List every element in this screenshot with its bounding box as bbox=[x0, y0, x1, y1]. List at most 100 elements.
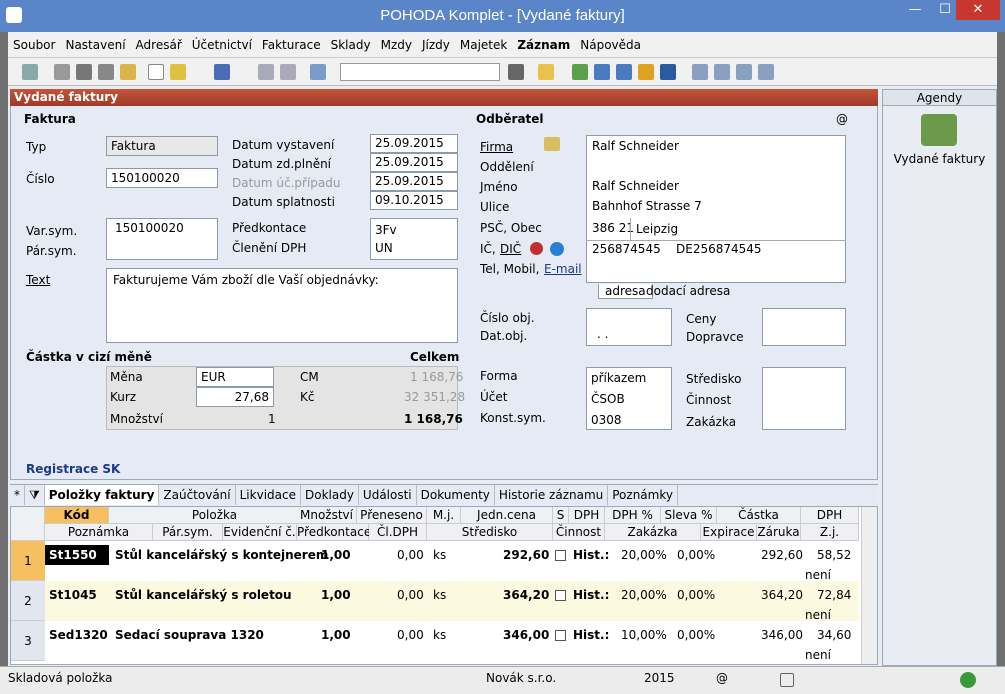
tab-dokumenty[interactable]: Dokumenty bbox=[417, 485, 495, 505]
minimize-button[interactable]: — bbox=[900, 0, 930, 20]
col-polozka[interactable]: Položka bbox=[109, 507, 321, 524]
cell-polozka[interactable]: Sedací souprava 1320 bbox=[115, 625, 264, 645]
col-cldph[interactable]: Čl.DPH bbox=[369, 524, 427, 541]
dic-value[interactable]: DE256874545 bbox=[676, 242, 762, 256]
cell-s-checkbox[interactable] bbox=[555, 545, 566, 565]
cell-sleva[interactable]: 0,00% bbox=[677, 585, 715, 605]
tab-likvidace[interactable]: Likvidace bbox=[236, 485, 301, 505]
varsym-field[interactable]: 150100020 bbox=[106, 218, 218, 260]
cell-dphp[interactable]: 20,00% bbox=[621, 545, 667, 565]
cell-cena[interactable]: 364,20 bbox=[503, 585, 549, 605]
cell-s-checkbox[interactable] bbox=[555, 625, 566, 645]
cell-sleva[interactable]: 0,00% bbox=[677, 625, 715, 645]
datum-zdplneni-field[interactable]: 25.09.2015 bbox=[370, 153, 458, 172]
ceny-field[interactable] bbox=[762, 308, 846, 346]
col-zaruka[interactable]: Záruka bbox=[757, 524, 801, 541]
cell-polozka[interactable]: Stůl kancelářský s kontejnerem bbox=[115, 545, 328, 565]
cell-kod[interactable]: St1045 bbox=[49, 585, 97, 605]
predkontace-field[interactable]: 3Fv UN bbox=[370, 218, 458, 260]
platba-box[interactable]: příkazem ČSOB 0308 bbox=[586, 367, 672, 430]
report-icon[interactable] bbox=[736, 64, 752, 80]
col-dph-value[interactable]: DPH bbox=[801, 507, 859, 524]
cell-dph[interactable]: Hist.: bbox=[573, 585, 609, 605]
col-mnozstvi[interactable]: Množství bbox=[297, 507, 357, 524]
pen-icon[interactable] bbox=[780, 673, 794, 687]
ic-value[interactable]: 256874545 bbox=[592, 242, 661, 256]
jmeno-value[interactable]: Ralf Schneider bbox=[592, 179, 679, 193]
tab-doklady[interactable]: Doklady bbox=[301, 485, 359, 505]
cell-dphp[interactable]: 10,00% bbox=[621, 625, 667, 645]
menu-mzdy[interactable]: Mzdy bbox=[376, 32, 417, 58]
col-poznamka[interactable]: Poznámka bbox=[45, 524, 153, 541]
col-evidencni[interactable]: Evidenční č. bbox=[223, 524, 297, 541]
cell-s-checkbox[interactable] bbox=[555, 585, 566, 605]
col-preneseno[interactable]: Přeneseno bbox=[357, 507, 427, 524]
print-preview-icon[interactable] bbox=[98, 64, 114, 80]
tab-historie[interactable]: Historie záznamu bbox=[495, 485, 609, 505]
col-mj[interactable]: M.j. bbox=[427, 507, 461, 524]
cell-castka[interactable]: 346,00 bbox=[761, 625, 803, 645]
info-icon[interactable] bbox=[530, 242, 543, 255]
tab-udalosti[interactable]: Události bbox=[359, 485, 417, 505]
col-sleva[interactable]: Sleva % bbox=[661, 507, 717, 524]
cell-mnozstvi[interactable]: 1,00 bbox=[321, 585, 351, 605]
cell-dph-value[interactable]: 72,84 bbox=[817, 585, 851, 605]
cell-dph[interactable]: Hist.: bbox=[573, 545, 609, 565]
print-icon[interactable] bbox=[76, 64, 92, 80]
cislo-field[interactable]: 150100020 bbox=[106, 168, 218, 188]
firma-value[interactable]: Ralf Schneider bbox=[592, 139, 679, 153]
menu-nastaveni[interactable]: Nastavení bbox=[60, 32, 130, 58]
export-icon[interactable] bbox=[120, 64, 136, 80]
menu-sklady[interactable]: Sklady bbox=[326, 32, 376, 58]
table-icon[interactable] bbox=[616, 64, 632, 80]
row-number[interactable]: 2 bbox=[11, 581, 45, 621]
text-area[interactable]: Fakturujeme Vám zboží dle Vaší objednávk… bbox=[106, 268, 458, 343]
psc-value[interactable]: 386 21 bbox=[592, 221, 634, 235]
grid-scrollbar[interactable] bbox=[861, 507, 877, 664]
menu-ucetnictvi[interactable]: Účetnictví bbox=[187, 32, 257, 58]
row-number[interactable]: 1 bbox=[11, 541, 45, 581]
tab-polozky[interactable]: Položky faktury bbox=[44, 485, 160, 505]
obec-value[interactable]: Leipzig bbox=[636, 222, 678, 236]
cell-mj[interactable]: ks bbox=[433, 585, 446, 605]
tab-filter-icon[interactable]: ⧩ bbox=[25, 485, 45, 505]
tools-icon[interactable] bbox=[758, 64, 774, 80]
menu-majetek[interactable]: Majetek bbox=[455, 32, 512, 58]
note-icon[interactable] bbox=[692, 64, 708, 80]
col-expirace[interactable]: Expirace bbox=[701, 524, 757, 541]
copy-icon[interactable] bbox=[310, 64, 326, 80]
close-button[interactable]: ✕ bbox=[956, 0, 1000, 20]
col-dph[interactable]: DPH bbox=[569, 507, 605, 524]
cell-sleva[interactable]: 0,00% bbox=[677, 545, 715, 565]
check-icon[interactable] bbox=[960, 672, 976, 688]
col-zakazka[interactable]: Zakázka bbox=[605, 524, 701, 541]
cell-dph[interactable]: Hist.: bbox=[573, 625, 609, 645]
datum-splatnosti-field[interactable]: 09.10.2015 bbox=[370, 191, 458, 210]
menu-soubor[interactable]: Soubor bbox=[8, 32, 60, 58]
address-book-icon[interactable] bbox=[544, 137, 560, 151]
cell-preneseno[interactable]: 0,00 bbox=[397, 585, 424, 605]
col-predkontace[interactable]: Předkontace bbox=[297, 524, 371, 541]
col-kod[interactable]: Kód bbox=[45, 507, 109, 524]
col-stredisko[interactable]: Středisko bbox=[427, 524, 553, 541]
cell-mnozstvi[interactable]: 1,00 bbox=[321, 545, 351, 565]
menu-fakturace[interactable]: Fakturace bbox=[257, 32, 326, 58]
cell-castka[interactable]: 292,60 bbox=[761, 545, 803, 565]
menu-adresar[interactable]: Adresář bbox=[131, 32, 187, 58]
datum-vystaveni-field[interactable]: 25.09.2015 bbox=[370, 134, 458, 153]
calculator-icon[interactable] bbox=[594, 64, 610, 80]
cell-cena[interactable]: 292,60 bbox=[503, 545, 549, 565]
tab-star[interactable]: * bbox=[10, 485, 25, 505]
quick-search-input[interactable] bbox=[340, 63, 500, 81]
back-arrow-icon[interactable] bbox=[214, 64, 230, 80]
agendy-item[interactable]: Vydané faktury bbox=[883, 152, 996, 166]
email-at-icon[interactable]: @ bbox=[836, 112, 848, 126]
cell-kod[interactable]: St1550 bbox=[45, 545, 109, 565]
col-cinnost[interactable]: Činnost bbox=[553, 524, 605, 541]
col-zj[interactable]: Z.j. bbox=[801, 524, 859, 541]
cell-preneseno[interactable]: 0,00 bbox=[397, 545, 424, 565]
tab-dodaci-adresa[interactable]: dodací adresa bbox=[642, 284, 734, 298]
search-icon[interactable] bbox=[54, 64, 70, 80]
coins-icon[interactable] bbox=[638, 64, 654, 80]
col-parsym[interactable]: Pár.sym. bbox=[153, 524, 223, 541]
